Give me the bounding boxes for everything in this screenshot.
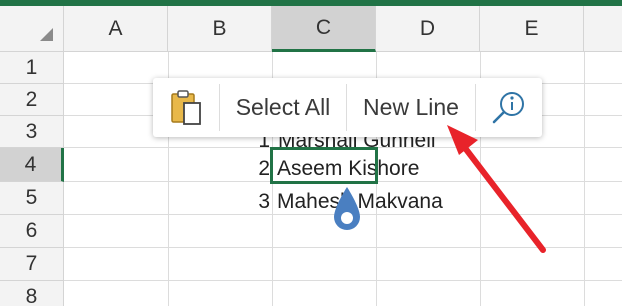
annotation-arrow-icon (447, 125, 546, 253)
